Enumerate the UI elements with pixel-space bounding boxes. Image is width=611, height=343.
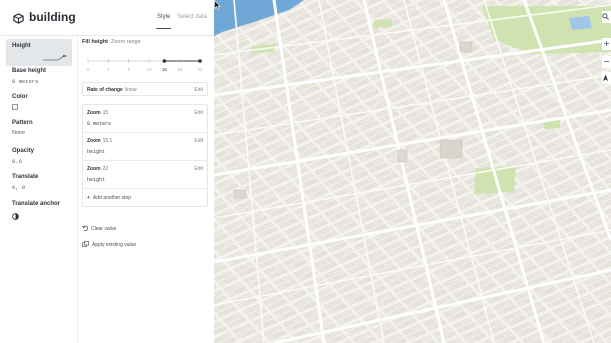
tab-select-data[interactable]: Select data bbox=[177, 14, 207, 20]
layer-title: building bbox=[29, 10, 76, 24]
color-swatch[interactable] bbox=[12, 104, 18, 110]
anchor-icon bbox=[12, 213, 19, 220]
zoom-stop-title: Zoom 22 bbox=[87, 166, 108, 172]
zoom-label: Zoom bbox=[87, 110, 101, 116]
compass-button[interactable] bbox=[602, 72, 611, 84]
rate-of-change-card: Rate of change linear Edit bbox=[82, 82, 208, 96]
property-list: Height Base height 0 meters Color Patter… bbox=[0, 36, 78, 343]
clear-value-label: Clear value bbox=[91, 226, 117, 232]
park-small bbox=[374, 19, 392, 28]
property-value: 0.6 bbox=[12, 158, 22, 165]
slider-handle[interactable] bbox=[162, 59, 167, 63]
zoom-stop-row: Zoom 15.1 Edit height bbox=[83, 133, 207, 161]
tall-building bbox=[459, 41, 473, 53]
property-item-color[interactable]: Color bbox=[12, 94, 74, 110]
zoom-level: 15 bbox=[102, 110, 109, 116]
slider-tick-label: 18 bbox=[177, 67, 183, 72]
zoom-in-button[interactable]: + bbox=[602, 38, 611, 50]
zoom-stop-row: Zoom 15 Edit 0 meters bbox=[83, 105, 207, 133]
zoom-stop-value: height bbox=[87, 177, 106, 183]
property-label: Color bbox=[12, 94, 28, 100]
zoom-in-icon: + bbox=[603, 39, 610, 48]
tall-building bbox=[397, 149, 408, 163]
zoom-curve-icon bbox=[43, 55, 67, 61]
fill-title: Fill height bbox=[82, 39, 108, 45]
mouse-cursor-icon bbox=[214, 0, 221, 10]
property-value: 0, 0 bbox=[12, 184, 26, 191]
zoom-level: 15.1 bbox=[102, 138, 113, 144]
property-label: Base height bbox=[12, 68, 47, 74]
park-pond bbox=[569, 16, 592, 30]
map-view[interactable]: + − bbox=[214, 0, 611, 343]
zoom-stop-title: Zoom 15.1 bbox=[87, 138, 112, 144]
search-icon bbox=[602, 13, 609, 20]
zoom-stop-title: Zoom 15 bbox=[87, 110, 108, 116]
property-item-pattern[interactable]: Pattern None bbox=[12, 120, 74, 136]
slider-tick-label: 12 bbox=[147, 67, 153, 72]
edit-rate-button[interactable]: Edit bbox=[194, 87, 203, 93]
property-label: Pattern bbox=[12, 120, 33, 126]
add-stop-label: Add another stop bbox=[92, 195, 132, 201]
property-value: 0 meters bbox=[12, 78, 39, 85]
zoom-range-slider[interactable]: 0 4 8 12 15 18 22 bbox=[80, 48, 208, 78]
app-window: building Style Select data Height Base h… bbox=[0, 0, 611, 343]
rate-of-change-label: Rate of change bbox=[87, 87, 123, 93]
zoom-out-icon: − bbox=[603, 57, 610, 66]
slider-tick-label: 8 bbox=[127, 67, 130, 72]
property-label: Translate anchor bbox=[12, 201, 61, 207]
zoom-stop-value: height bbox=[87, 149, 106, 155]
fill-heading: Fill height Zoom range bbox=[82, 39, 141, 45]
edit-stop-button[interactable]: Edit bbox=[194, 166, 203, 172]
apply-existing-label: Apply existing value bbox=[92, 242, 137, 248]
compass-icon bbox=[602, 74, 609, 82]
map-canvas[interactable] bbox=[214, 0, 611, 343]
edit-stop-button[interactable]: Edit bbox=[194, 110, 203, 116]
property-value: None bbox=[12, 130, 26, 136]
zoom-stops-card: Zoom 15 Edit 0 meters Zoom 15.1 Edit heigh… bbox=[82, 104, 208, 207]
property-item-translate[interactable]: Translate 0, 0 bbox=[12, 174, 74, 191]
property-editor: Fill height Zoom range 0 4 8 12 15 18 22 Rate o… bbox=[78, 36, 214, 343]
plus-icon: + bbox=[87, 195, 90, 201]
zoom-level: 22 bbox=[102, 166, 109, 172]
slider-handle[interactable] bbox=[198, 59, 202, 63]
tall-building bbox=[233, 189, 247, 199]
layer-header: building Style Select data bbox=[0, 0, 214, 36]
property-item-opacity[interactable]: Opacity 0.6 bbox=[12, 148, 74, 165]
property-item-height[interactable]: Height bbox=[6, 39, 72, 66]
slider-tick-label: 0 bbox=[87, 67, 90, 72]
property-label: Height bbox=[12, 43, 31, 49]
apply-existing-value-button[interactable]: Apply existing value bbox=[82, 241, 136, 248]
map-search-button[interactable] bbox=[602, 11, 611, 23]
property-label: Opacity bbox=[12, 148, 35, 154]
undo-icon bbox=[82, 225, 89, 231]
property-item-translate-anchor[interactable]: Translate anchor bbox=[12, 201, 74, 225]
tall-building bbox=[439, 139, 463, 159]
slider-tick-label: 4 bbox=[107, 67, 110, 72]
tab-style[interactable]: Style bbox=[155, 14, 172, 29]
rate-of-change-value: linear bbox=[124, 87, 138, 93]
slider-tick-label: 15 bbox=[162, 67, 168, 72]
zoom-stop-value: 0 meters bbox=[87, 121, 112, 127]
zoom-stop-row: Zoom 22 Edit height bbox=[83, 161, 207, 189]
property-item-base-height[interactable]: Base height 0 meters bbox=[12, 68, 74, 85]
add-stop-button[interactable]: + Add another stop bbox=[87, 195, 131, 201]
zoom-label: Zoom bbox=[87, 166, 101, 172]
clear-value-button[interactable]: Clear value bbox=[82, 225, 116, 232]
slider-tick-label: 22 bbox=[197, 67, 203, 72]
rate-of-change: Rate of change linear bbox=[87, 87, 137, 93]
property-label: Translate bbox=[12, 174, 39, 180]
edit-stop-button[interactable]: Edit bbox=[194, 138, 203, 144]
zoom-out-button[interactable]: − bbox=[602, 56, 611, 68]
zoom-label: Zoom bbox=[87, 138, 101, 144]
copy-icon bbox=[82, 241, 89, 247]
layer-cube-icon bbox=[13, 13, 24, 24]
fill-subtitle[interactable]: Zoom range bbox=[111, 39, 141, 45]
